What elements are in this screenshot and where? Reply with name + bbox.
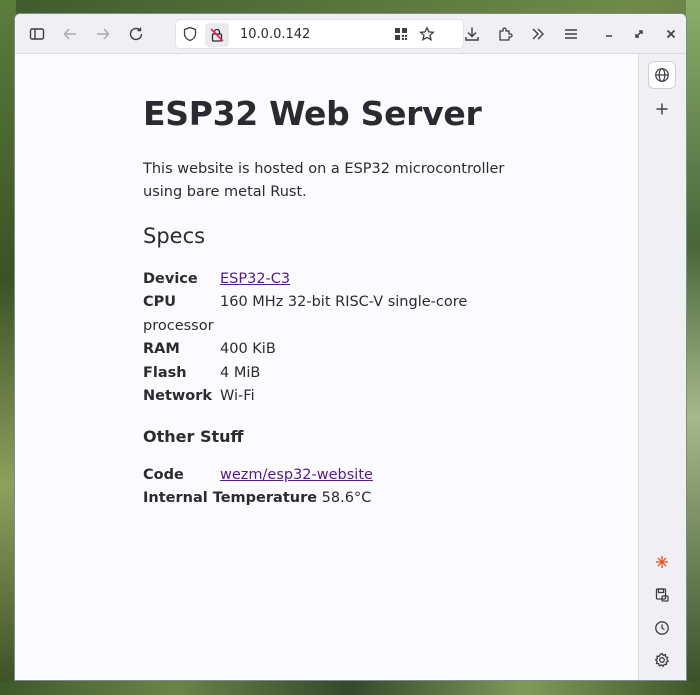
device-link[interactable]: ESP32-C3 bbox=[220, 268, 290, 291]
minimize-icon[interactable] bbox=[597, 22, 621, 46]
sidebar-toggle-icon[interactable] bbox=[25, 22, 49, 46]
settings-gear-icon[interactable] bbox=[648, 646, 676, 674]
back-arrow-icon[interactable] bbox=[58, 22, 82, 46]
desktop-wallpaper-bottom bbox=[0, 681, 700, 695]
overflow-chevrons-icon[interactable] bbox=[526, 22, 550, 46]
reload-icon[interactable] bbox=[124, 22, 148, 46]
url-text[interactable]: 10.0.0.142 bbox=[240, 27, 310, 42]
browser-sidebar bbox=[638, 54, 686, 680]
spec-row-network: Network Wi-Fi bbox=[143, 385, 255, 408]
maximize-icon[interactable] bbox=[627, 22, 651, 46]
spec-value: 400 KiB bbox=[220, 341, 276, 357]
forward-arrow-icon[interactable] bbox=[91, 22, 115, 46]
globe-icon[interactable] bbox=[648, 61, 676, 89]
spec-value: 160 MHz 32-bit RISC-V single-core bbox=[220, 294, 468, 310]
spec-row-cpu: CPU 160 MHz 32-bit RISC-V single-core bbox=[143, 291, 467, 314]
browser-window: 10.0.0.142 ESP32 Web Server This website… bbox=[14, 13, 687, 681]
shield-icon[interactable] bbox=[178, 22, 202, 46]
spec-row-flash: Flash 4 MiB bbox=[143, 362, 260, 385]
spec-label: Flash bbox=[143, 365, 187, 381]
spec-value: 4 MiB bbox=[220, 365, 261, 381]
temperature-row: Internal Temperature 58.6°C bbox=[143, 487, 371, 510]
spec-label: RAM bbox=[143, 341, 180, 357]
add-plus-icon[interactable] bbox=[648, 95, 676, 123]
close-icon[interactable] bbox=[659, 22, 683, 46]
specs-heading: Specs bbox=[143, 224, 206, 248]
page-title: ESP32 Web Server bbox=[143, 94, 482, 133]
code-label: Code bbox=[143, 467, 184, 483]
spec-row-cpu-continuation: processor bbox=[143, 315, 214, 338]
save-to-device-icon[interactable] bbox=[648, 581, 676, 609]
spec-value: Wi-Fi bbox=[220, 388, 255, 404]
temperature-value: 58.6°C bbox=[321, 490, 372, 506]
spec-label: CPU bbox=[143, 294, 177, 310]
spec-row-device: Device ESP32-C3 bbox=[143, 268, 290, 291]
downloads-icon[interactable] bbox=[460, 22, 484, 46]
spec-value-continuation: processor bbox=[143, 318, 214, 334]
page-content: ESP32 Web Server This website is hosted … bbox=[15, 54, 638, 680]
intro-paragraph: This website is hosted on a ESP32 microc… bbox=[143, 161, 505, 200]
qr-code-icon[interactable] bbox=[389, 22, 413, 46]
history-clock-icon[interactable] bbox=[648, 614, 676, 642]
insecure-connection-icon[interactable] bbox=[205, 23, 229, 47]
bookmark-star-icon[interactable] bbox=[415, 22, 439, 46]
hamburger-menu-icon[interactable] bbox=[559, 22, 583, 46]
spec-label: Network bbox=[143, 388, 213, 404]
extensions-puzzle-icon[interactable] bbox=[493, 22, 517, 46]
url-bar[interactable]: 10.0.0.142 bbox=[175, 19, 464, 49]
other-stuff-heading: Other Stuff bbox=[143, 427, 244, 446]
spec-label: Device bbox=[143, 271, 198, 287]
code-repo-link[interactable]: wezm/esp32-website bbox=[220, 464, 373, 487]
ai-sparkle-icon[interactable] bbox=[648, 548, 676, 576]
spec-row-ram: RAM 400 KiB bbox=[143, 338, 276, 361]
temperature-label: Internal Temperature bbox=[143, 490, 318, 506]
code-row: Code wezm/esp32-website bbox=[143, 464, 373, 487]
browser-toolbar: 10.0.0.142 bbox=[15, 14, 686, 54]
desktop-wallpaper-right bbox=[686, 0, 700, 695]
